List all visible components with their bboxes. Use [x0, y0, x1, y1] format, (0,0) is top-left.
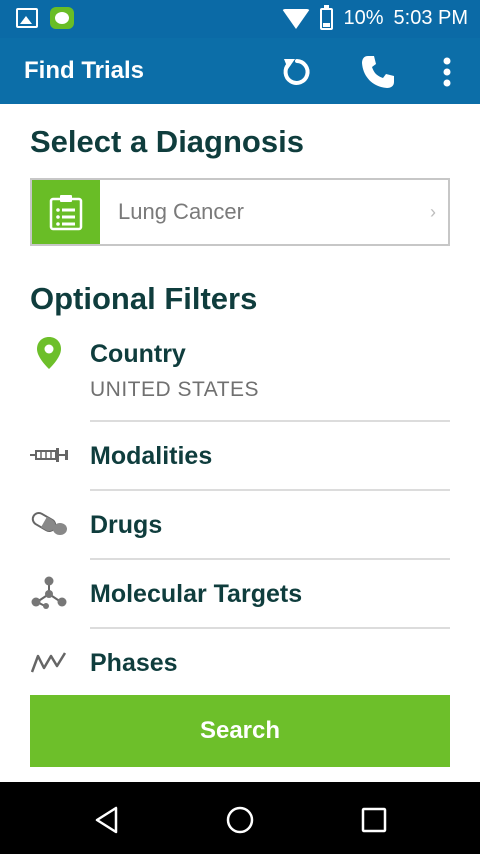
- country-value: UNITED STATES: [90, 378, 260, 401]
- phases-icon: [30, 645, 68, 679]
- pill-icon: [30, 507, 68, 541]
- recents-button[interactable]: [356, 802, 392, 838]
- map-pin-icon: [30, 336, 68, 370]
- system-nav-bar: [0, 782, 480, 854]
- divider: [90, 627, 450, 629]
- filters-heading: Optional Filters: [30, 281, 258, 316]
- divider: [90, 420, 450, 422]
- filter-label: Modalities: [90, 442, 213, 470]
- clipboard-icon: [49, 195, 83, 231]
- filter-drugs[interactable]: Drugs: [0, 493, 480, 559]
- divider: [90, 489, 450, 491]
- status-bar: 10% 5:03 PM: [0, 0, 480, 38]
- overflow-menu-button[interactable]: [425, 50, 469, 94]
- refresh-icon: [283, 59, 310, 85]
- home-button[interactable]: [222, 802, 258, 838]
- divider: [90, 558, 450, 560]
- search-button[interactable]: Search: [30, 695, 450, 767]
- chevron-right-icon: ›: [430, 201, 436, 222]
- main-content: Select a Diagnosis Lung Cancer › Optiona…: [0, 104, 480, 782]
- filter-modalities[interactable]: Modalities: [0, 424, 480, 490]
- filter-label: Country: [90, 340, 186, 368]
- app-notification-icon: [50, 7, 74, 29]
- more-vert-icon: [443, 57, 451, 87]
- app-bar: Find Trials: [0, 38, 480, 104]
- filter-phases[interactable]: Phases: [0, 631, 480, 691]
- molecule-icon: [30, 576, 68, 610]
- filter-molecular-targets[interactable]: Molecular Targets: [0, 562, 480, 628]
- filter-country[interactable]: Country UNITED STATES: [0, 334, 480, 422]
- call-button[interactable]: [356, 50, 400, 94]
- back-icon: [95, 806, 118, 834]
- battery-icon: [320, 4, 334, 30]
- wifi-icon: [282, 8, 311, 29]
- filter-label: Molecular Targets: [90, 580, 303, 608]
- clock: 5:03 PM: [393, 7, 468, 29]
- diagnosis-value: Lung Cancer: [118, 199, 244, 224]
- app-title: Find Trials: [24, 57, 145, 84]
- filter-label: Drugs: [90, 511, 163, 539]
- recents-icon: [361, 807, 387, 833]
- gallery-notification-icon: [16, 8, 38, 28]
- diagnosis-selector[interactable]: Lung Cancer ›: [30, 178, 450, 246]
- home-icon: [226, 806, 254, 834]
- diagnosis-icon-tile: [32, 180, 100, 244]
- syringe-icon: [30, 438, 68, 472]
- back-button[interactable]: [89, 802, 125, 838]
- filter-label: Phases: [90, 649, 178, 677]
- diagnosis-heading: Select a Diagnosis: [30, 124, 304, 159]
- battery-percent: 10%: [343, 7, 384, 29]
- refresh-button[interactable]: [275, 50, 319, 94]
- phone-icon: [362, 56, 394, 88]
